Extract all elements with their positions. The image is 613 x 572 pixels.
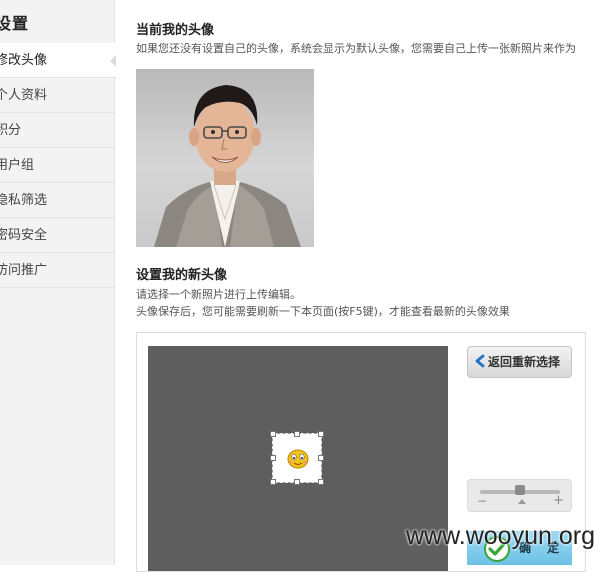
chevron-left-icon bbox=[475, 354, 485, 368]
sidebar-item-password-security[interactable]: 密码安全 bbox=[0, 218, 115, 253]
current-avatar-title: 当前我的头像 bbox=[136, 23, 215, 38]
zoom-in-button[interactable]: + bbox=[553, 493, 564, 509]
sidebar-title: 设置 bbox=[0, 14, 30, 33]
zoom-slider-thumb[interactable] bbox=[515, 485, 525, 495]
zoom-reset-icon[interactable] bbox=[518, 499, 526, 504]
crop-handle-top-left[interactable] bbox=[270, 431, 276, 437]
zoom-out-button[interactable]: − bbox=[477, 493, 487, 509]
crop-handle-left[interactable] bbox=[270, 455, 276, 461]
new-avatar-hint-refresh: 头像保存后，您可能需要刷新一下本页面(按F5键)，才能查看最新的头像效果 bbox=[136, 305, 510, 318]
sidebar-item-profile[interactable]: 个人资料 bbox=[0, 78, 115, 113]
new-avatar-title: 设置我的新头像 bbox=[136, 268, 228, 283]
sidebar-item-promotion[interactable]: 访问推广 bbox=[0, 253, 115, 288]
current-avatar-image bbox=[136, 69, 314, 247]
current-avatar-hint: 如果您还没有设置自己的头像，系统会显示为默认头像，您需要自己上传一张新照片来作为 bbox=[136, 42, 576, 55]
crop-selection-box[interactable] bbox=[270, 431, 324, 485]
zoom-control: − + bbox=[467, 479, 572, 512]
watermark: www.wooyun.org bbox=[406, 522, 595, 550]
reselect-photo-button[interactable]: 返回重新选择 bbox=[467, 346, 572, 378]
crop-handle-bottom[interactable] bbox=[294, 479, 300, 485]
sidebar-item-change-avatar[interactable]: 修改头像 bbox=[0, 43, 116, 78]
crop-handle-top[interactable] bbox=[294, 431, 300, 437]
crop-handle-top-right[interactable] bbox=[318, 431, 324, 437]
crop-handle-bottom-left[interactable] bbox=[270, 479, 276, 485]
avatar-portrait bbox=[154, 85, 301, 247]
reselect-photo-label: 返回重新选择 bbox=[488, 355, 561, 369]
emoticon-face-icon bbox=[287, 449, 309, 469]
crop-handle-bottom-right[interactable] bbox=[318, 479, 324, 485]
sidebar-item-privacy[interactable]: 隐私筛选 bbox=[0, 183, 115, 218]
sidebar-item-usergroup[interactable]: 用户组 bbox=[0, 148, 115, 183]
new-avatar-hint-upload: 请选择一个新照片进行上传编辑。 bbox=[136, 288, 301, 301]
sidebar-menu: 修改头像 个人资料 积分 用户组 隐私筛选 密码安全 访问推广 bbox=[0, 43, 116, 288]
crop-handle-right[interactable] bbox=[318, 455, 324, 461]
sidebar-item-points[interactable]: 积分 bbox=[0, 113, 115, 148]
settings-sidebar: 设置 修改头像 个人资料 积分 用户组 隐私筛选 密码安全 访问推广 bbox=[0, 0, 116, 565]
